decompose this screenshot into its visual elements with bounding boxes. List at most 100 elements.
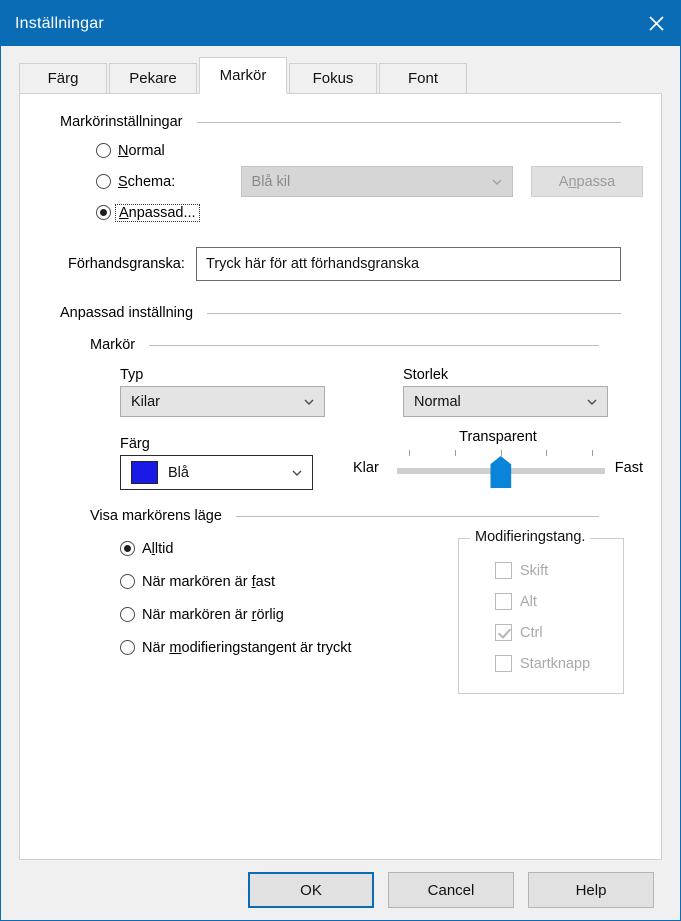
radio-anpassad[interactable]: Anpassad... (96, 198, 643, 227)
transparency-min-label: Klar (353, 460, 379, 476)
slider-thumb[interactable] (490, 456, 512, 488)
radio-indicator (120, 574, 135, 589)
section-title: Markörinställningar (60, 114, 183, 130)
tab-label: Pekare (129, 70, 177, 87)
type-label: Typ (120, 367, 144, 383)
radio-schema[interactable]: Schema: (96, 167, 241, 196)
tab-label: Färg (47, 70, 79, 87)
radio-label: Anpassad... (115, 203, 200, 222)
radio-indicator (96, 205, 111, 220)
checkbox-label: Alt (520, 593, 537, 610)
tab-fokus[interactable]: Fokus (289, 63, 377, 93)
help-button-label: Help (575, 881, 607, 899)
checkbox-indicator (495, 593, 512, 610)
preview-row: Förhandsgranska: Tryck här för att förha… (68, 247, 643, 281)
type-size-row: Typ Kilar Storlek Normal (120, 367, 643, 417)
radio-indicator (120, 640, 135, 655)
scheme-combo-value: Blå kil (251, 173, 291, 190)
ok-button[interactable]: OK (248, 872, 374, 908)
checkbox-label: Ctrl (520, 624, 543, 641)
radio-label: När modifieringstangent är tryckt (142, 639, 352, 656)
checkbox-indicator (495, 655, 512, 672)
checkbox-skift[interactable]: Skift (495, 555, 609, 586)
preview-label: Förhandsgranska: (68, 256, 185, 272)
radio-cursor-moving[interactable]: När markören är rörlig (120, 598, 450, 631)
radio-label: Alltid (142, 540, 174, 557)
modifier-keys-groupbox: Modifieringstang. Skift Alt Ctrl Startkn… (458, 529, 624, 694)
section-header-cursor: Markör (90, 337, 599, 353)
dialog-footer: OK Cancel Help (1, 860, 680, 920)
window-title: Inställningar (15, 14, 104, 32)
radio-normal[interactable]: Normal (96, 136, 643, 165)
radio-modifier-pressed[interactable]: När modifieringstangent är tryckt (120, 631, 450, 664)
customize-button[interactable]: Anpassa (531, 166, 643, 197)
ok-button-label: OK (300, 881, 322, 899)
checkbox-alt[interactable]: Alt (495, 586, 609, 617)
tab-panel-markor: Markörinställningar Normal Schema: Blå k… (19, 93, 662, 860)
section-title: Markör (90, 337, 136, 353)
close-icon[interactable] (632, 1, 680, 46)
cancel-button-label: Cancel (427, 881, 475, 899)
modifier-keys-title: Modifieringstang. (470, 529, 591, 545)
transparency-slider-row: Klar Fast (353, 446, 643, 490)
tab-pekare[interactable]: Pekare (109, 63, 197, 93)
radio-indicator (96, 143, 111, 158)
section-rule (207, 312, 621, 314)
checkbox-ctrl[interactable]: Ctrl (495, 617, 609, 648)
radio-label: När markören är rörlig (142, 606, 284, 623)
section-header-cursor-settings: Markörinställningar (60, 114, 621, 130)
tab-strip: Färg Pekare Markör Fokus Font (19, 57, 680, 94)
show-position-options: Alltid När markören är fast När markören… (120, 532, 450, 664)
color-label: Färg (120, 436, 150, 452)
color-transparency-row: Färg Blå Transparent Klar Fast (120, 429, 643, 490)
title-bar: Inställningar (1, 1, 680, 46)
tab-font[interactable]: Font (379, 63, 467, 93)
tab-farg[interactable]: Färg (19, 63, 107, 93)
checkbox-indicator (495, 562, 512, 579)
radio-indicator (120, 541, 135, 556)
preview-textbox-value: Tryck här för att förhandsgranska (206, 256, 420, 272)
cursor-settings-options: Normal Schema: Blå kil Anpassa Anpassad.… (96, 136, 643, 227)
size-label: Storlek (403, 367, 449, 383)
transparency-slider[interactable] (396, 446, 605, 490)
chevron-down-icon (290, 466, 304, 480)
section-title: Anpassad inställning (60, 305, 194, 321)
preview-textbox[interactable]: Tryck här för att förhandsgranska (196, 247, 621, 281)
tab-markor[interactable]: Markör (199, 57, 287, 94)
transparency-title: Transparent (459, 429, 537, 445)
checkbox-indicator (495, 624, 512, 641)
size-field: Storlek Normal (403, 367, 608, 417)
radio-cursor-fixed[interactable]: När markören är fast (120, 565, 450, 598)
transparency-max-label: Fast (614, 460, 643, 476)
cancel-button[interactable]: Cancel (388, 872, 514, 908)
scheme-combo[interactable]: Blå kil (240, 166, 513, 197)
section-rule (196, 121, 621, 123)
section-title: Visa markörens läge (90, 508, 222, 524)
type-field: Typ Kilar (120, 367, 325, 417)
slider-ticks (397, 450, 605, 457)
radio-indicator (96, 174, 111, 189)
settings-dialog: Inställningar Färg Pekare Markör Fokus F… (0, 0, 681, 921)
radio-alltid[interactable]: Alltid (120, 532, 450, 565)
scheme-row: Schema: Blå kil Anpassa (96, 165, 643, 198)
show-position-body: Alltid När markören är fast När markören… (38, 529, 643, 694)
radio-label: Normal (118, 142, 165, 159)
checkbox-label: Skift (520, 562, 549, 579)
type-combo[interactable]: Kilar (120, 386, 325, 417)
tab-label: Font (407, 70, 438, 87)
chevron-down-icon (302, 395, 316, 409)
color-swatch (131, 461, 158, 484)
help-button[interactable]: Help (528, 872, 654, 908)
checkbox-startknapp[interactable]: Startknapp (495, 648, 609, 679)
tab-label: Markör (219, 67, 267, 84)
color-combo-value: Blå (168, 464, 189, 481)
size-combo[interactable]: Normal (403, 386, 608, 417)
section-rule (149, 344, 599, 346)
color-combo[interactable]: Blå (120, 455, 313, 490)
radio-label: När markören är fast (142, 573, 275, 590)
section-header-show-position: Visa markörens läge (90, 508, 599, 524)
checkbox-label: Startknapp (520, 655, 591, 672)
chevron-down-icon (585, 395, 599, 409)
radio-label: Schema: (118, 173, 176, 190)
chevron-down-icon (490, 175, 504, 189)
